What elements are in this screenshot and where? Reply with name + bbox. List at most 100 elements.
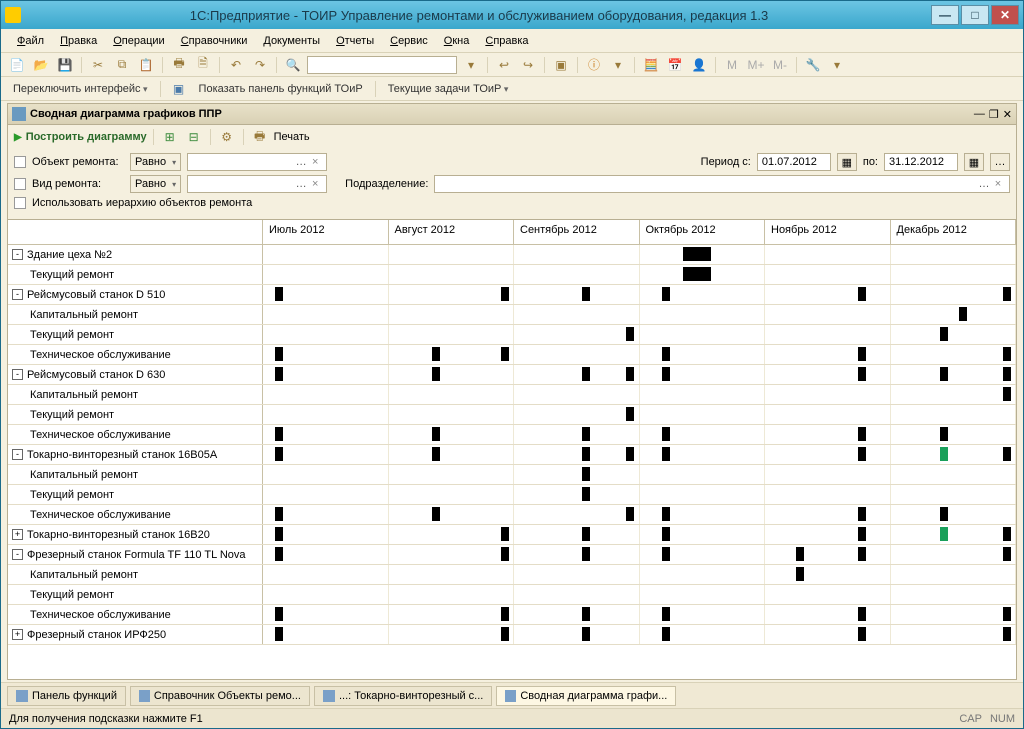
gantt-bar[interactable] [662,507,670,521]
copy-icon[interactable]: ⧉ [112,55,132,75]
gantt-row[interactable]: Текущий ремонт [8,325,1016,345]
gantt-bar[interactable] [662,447,670,461]
nav-fwd-icon[interactable]: ↪ [518,55,538,75]
window-tab[interactable]: ...: Токарно-винторезный с... [314,686,492,706]
show-panel-link[interactable]: Показать панель функций ТОиР [195,81,367,97]
gantt-bar[interactable] [432,447,440,461]
gantt-bar[interactable] [858,607,866,621]
gantt-bar[interactable] [582,467,590,481]
gantt-bar[interactable] [662,367,670,381]
gantt-bar[interactable] [940,447,948,461]
gantt-bar[interactable] [940,367,948,381]
new-doc-icon[interactable]: 📄 [7,55,27,75]
gantt-bar[interactable] [275,507,283,521]
menu-1[interactable]: Правка [54,33,103,49]
gantt-bar[interactable] [582,287,590,301]
tree-toggle[interactable]: - [12,369,23,380]
print-icon[interactable]: 🖶 [169,55,189,75]
gantt-bar[interactable] [662,527,670,541]
m-plus-icon[interactable]: M+ [746,55,766,75]
build-diagram-button[interactable]: ▶ Построить диаграмму [14,131,147,143]
gantt-bar[interactable] [1003,347,1011,361]
gantt-row[interactable]: Текущий ремонт [8,265,1016,285]
gantt-bar[interactable] [858,427,866,441]
gantt-bar[interactable] [582,367,590,381]
type-input[interactable]: …× [187,175,327,193]
gantt-row[interactable]: Капитальный ремонт [8,565,1016,585]
tree-toggle[interactable]: + [12,629,23,640]
windows-icon[interactable]: ▣ [551,55,571,75]
gantt-bar[interactable] [1003,627,1011,641]
menu-3[interactable]: Справочники [175,33,254,49]
gantt-bar[interactable] [275,427,283,441]
gantt-bar[interactable] [1003,367,1011,381]
gantt-bar[interactable] [501,627,509,641]
sub-restore-button[interactable]: ❐ [989,108,999,121]
gantt-bar[interactable] [501,287,509,301]
dots-icon[interactable]: … [294,178,308,190]
date-from-calendar-icon[interactable]: ▦ [837,153,857,171]
gantt-bar[interactable] [858,547,866,561]
obj-condition-select[interactable]: Равно [130,153,181,171]
current-tasks-link[interactable]: Текущие задачи ТОиР [384,81,513,97]
gantt-row[interactable]: Текущий ремонт [8,585,1016,605]
gantt-bar[interactable] [275,547,283,561]
gantt-row[interactable]: Капитальный ремонт [8,305,1016,325]
window-tab[interactable]: Справочник Объекты ремо... [130,686,310,706]
gantt-bar[interactable] [432,427,440,441]
gantt-bar[interactable] [582,627,590,641]
calc-icon[interactable]: 🧮 [641,55,661,75]
gantt-row[interactable]: +Токарно-винторезный станок 16В20 [8,525,1016,545]
gantt-bar[interactable] [582,527,590,541]
gantt-bar[interactable] [432,347,440,361]
hierarchy-checkbox[interactable] [14,197,26,209]
preview-icon[interactable]: 🗎 [193,55,213,75]
obj-checkbox[interactable] [14,156,26,168]
minimize-button[interactable]: — [931,5,959,25]
gantt-bar[interactable] [432,367,440,381]
menu-7[interactable]: Окна [438,33,476,49]
open-icon[interactable]: 📂 [31,55,51,75]
gantt-bar[interactable] [626,407,634,421]
gantt-bar[interactable] [275,447,283,461]
gantt-row[interactable]: Капитальный ремонт [8,385,1016,405]
gantt-bar[interactable] [796,567,804,581]
expand-all-icon[interactable]: ⊞ [160,127,180,147]
search-icon[interactable]: 🔍 [283,55,303,75]
save-icon[interactable]: 💾 [55,55,75,75]
gantt-bar[interactable] [582,487,590,501]
gantt-row[interactable]: -Рейсмусовый станок D 630 [8,365,1016,385]
gantt-bar[interactable] [858,447,866,461]
gantt-row[interactable]: +Фрезерный станок ИРФ250 [8,625,1016,645]
calendar-icon[interactable]: 📅 [665,55,685,75]
dropdown-icon[interactable]: ▾ [608,55,628,75]
tree-toggle[interactable]: - [12,289,23,300]
gantt-bar[interactable] [940,507,948,521]
gantt-bar[interactable] [626,367,634,381]
clear-icon[interactable]: × [991,178,1005,190]
gantt-bar[interactable] [858,527,866,541]
gantt-row[interactable]: -Токарно-винторезный станок 16В05А [8,445,1016,465]
gantt-bar[interactable] [940,327,948,341]
panel-icon[interactable]: ▣ [169,79,189,99]
gantt-row[interactable]: Текущий ремонт [8,485,1016,505]
gantt-bar[interactable] [432,507,440,521]
cut-icon[interactable]: ✂ [88,55,108,75]
gantt-row[interactable]: Техническое обслуживание [8,345,1016,365]
gantt-bar[interactable] [582,447,590,461]
m-minus-icon[interactable]: M- [770,55,790,75]
search-dropdown-icon[interactable]: ▾ [461,55,481,75]
gantt-bar[interactable] [662,627,670,641]
maximize-button[interactable]: □ [961,5,989,25]
gantt-bar[interactable] [662,547,670,561]
dots-icon[interactable]: … [294,156,308,168]
close-button[interactable]: ✕ [991,5,1019,25]
nav-back-icon[interactable]: ↩ [494,55,514,75]
menu-8[interactable]: Справка [479,33,534,49]
window-tab[interactable]: Панель функций [7,686,126,706]
gantt-bar[interactable] [501,527,509,541]
collapse-all-icon[interactable]: ⊟ [184,127,204,147]
search-input[interactable] [307,56,457,74]
gantt-bar[interactable] [626,447,634,461]
settings-icon[interactable]: ⚙ [217,127,237,147]
